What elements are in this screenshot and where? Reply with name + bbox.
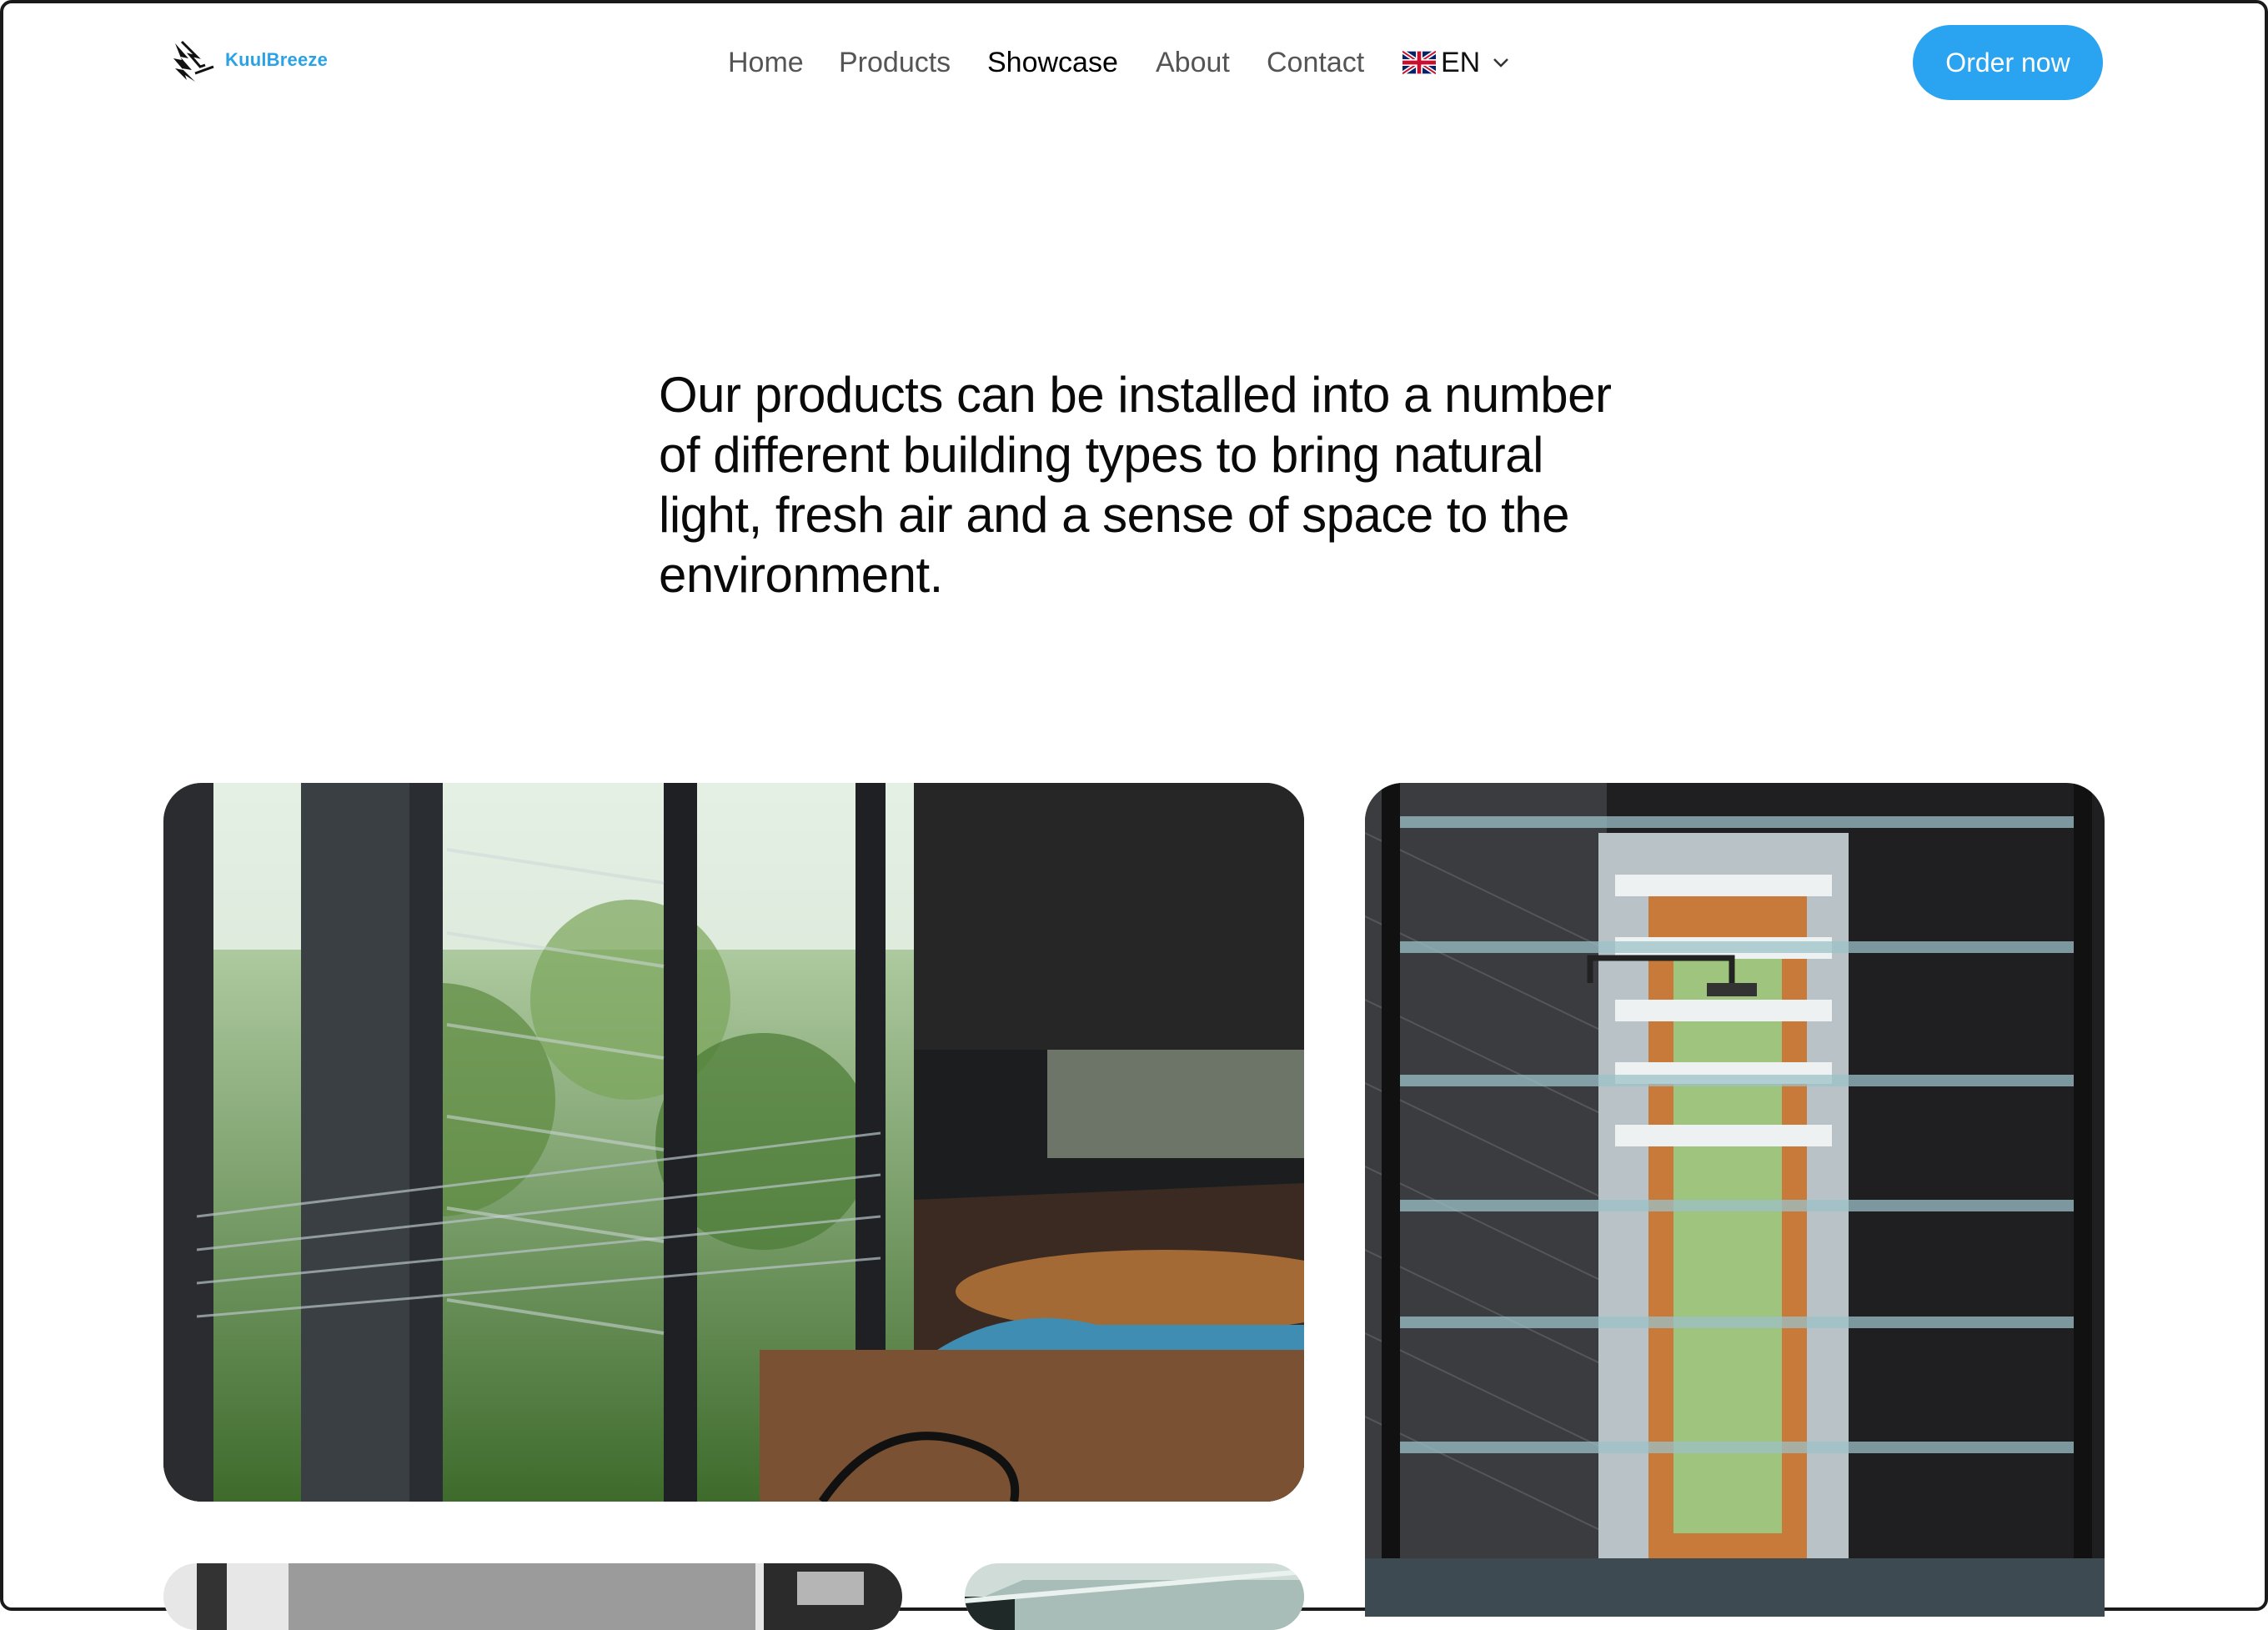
nav-products[interactable]: Products bbox=[839, 42, 951, 83]
glass-louvre-image bbox=[965, 1563, 1304, 1630]
nav-showcase[interactable]: Showcase bbox=[987, 42, 1118, 83]
nav-home[interactable]: Home bbox=[728, 42, 804, 83]
restaurant-louvre-image bbox=[163, 783, 1304, 1502]
gallery-image-interior[interactable] bbox=[163, 1563, 902, 1630]
gallery-image-glass[interactable] bbox=[965, 1563, 1304, 1630]
interior-louvre-image bbox=[163, 1563, 902, 1630]
gallery-image-restaurant[interactable] bbox=[163, 783, 1304, 1502]
uk-flag-icon bbox=[1402, 50, 1436, 75]
language-selector[interactable]: EN bbox=[1402, 42, 1510, 83]
nav-about[interactable]: About bbox=[1156, 42, 1230, 83]
chevron-down-icon bbox=[1493, 58, 1509, 68]
intro-text: Our products can be installed into a num… bbox=[659, 367, 1612, 603]
language-code: EN bbox=[1441, 46, 1481, 78]
gallery-image-bathroom[interactable] bbox=[1365, 783, 2105, 1617]
bathroom-louvre-image bbox=[1365, 783, 2105, 1617]
order-now-button[interactable]: Order now bbox=[1913, 25, 2103, 100]
nav-contact[interactable]: Contact bbox=[1267, 42, 1364, 83]
